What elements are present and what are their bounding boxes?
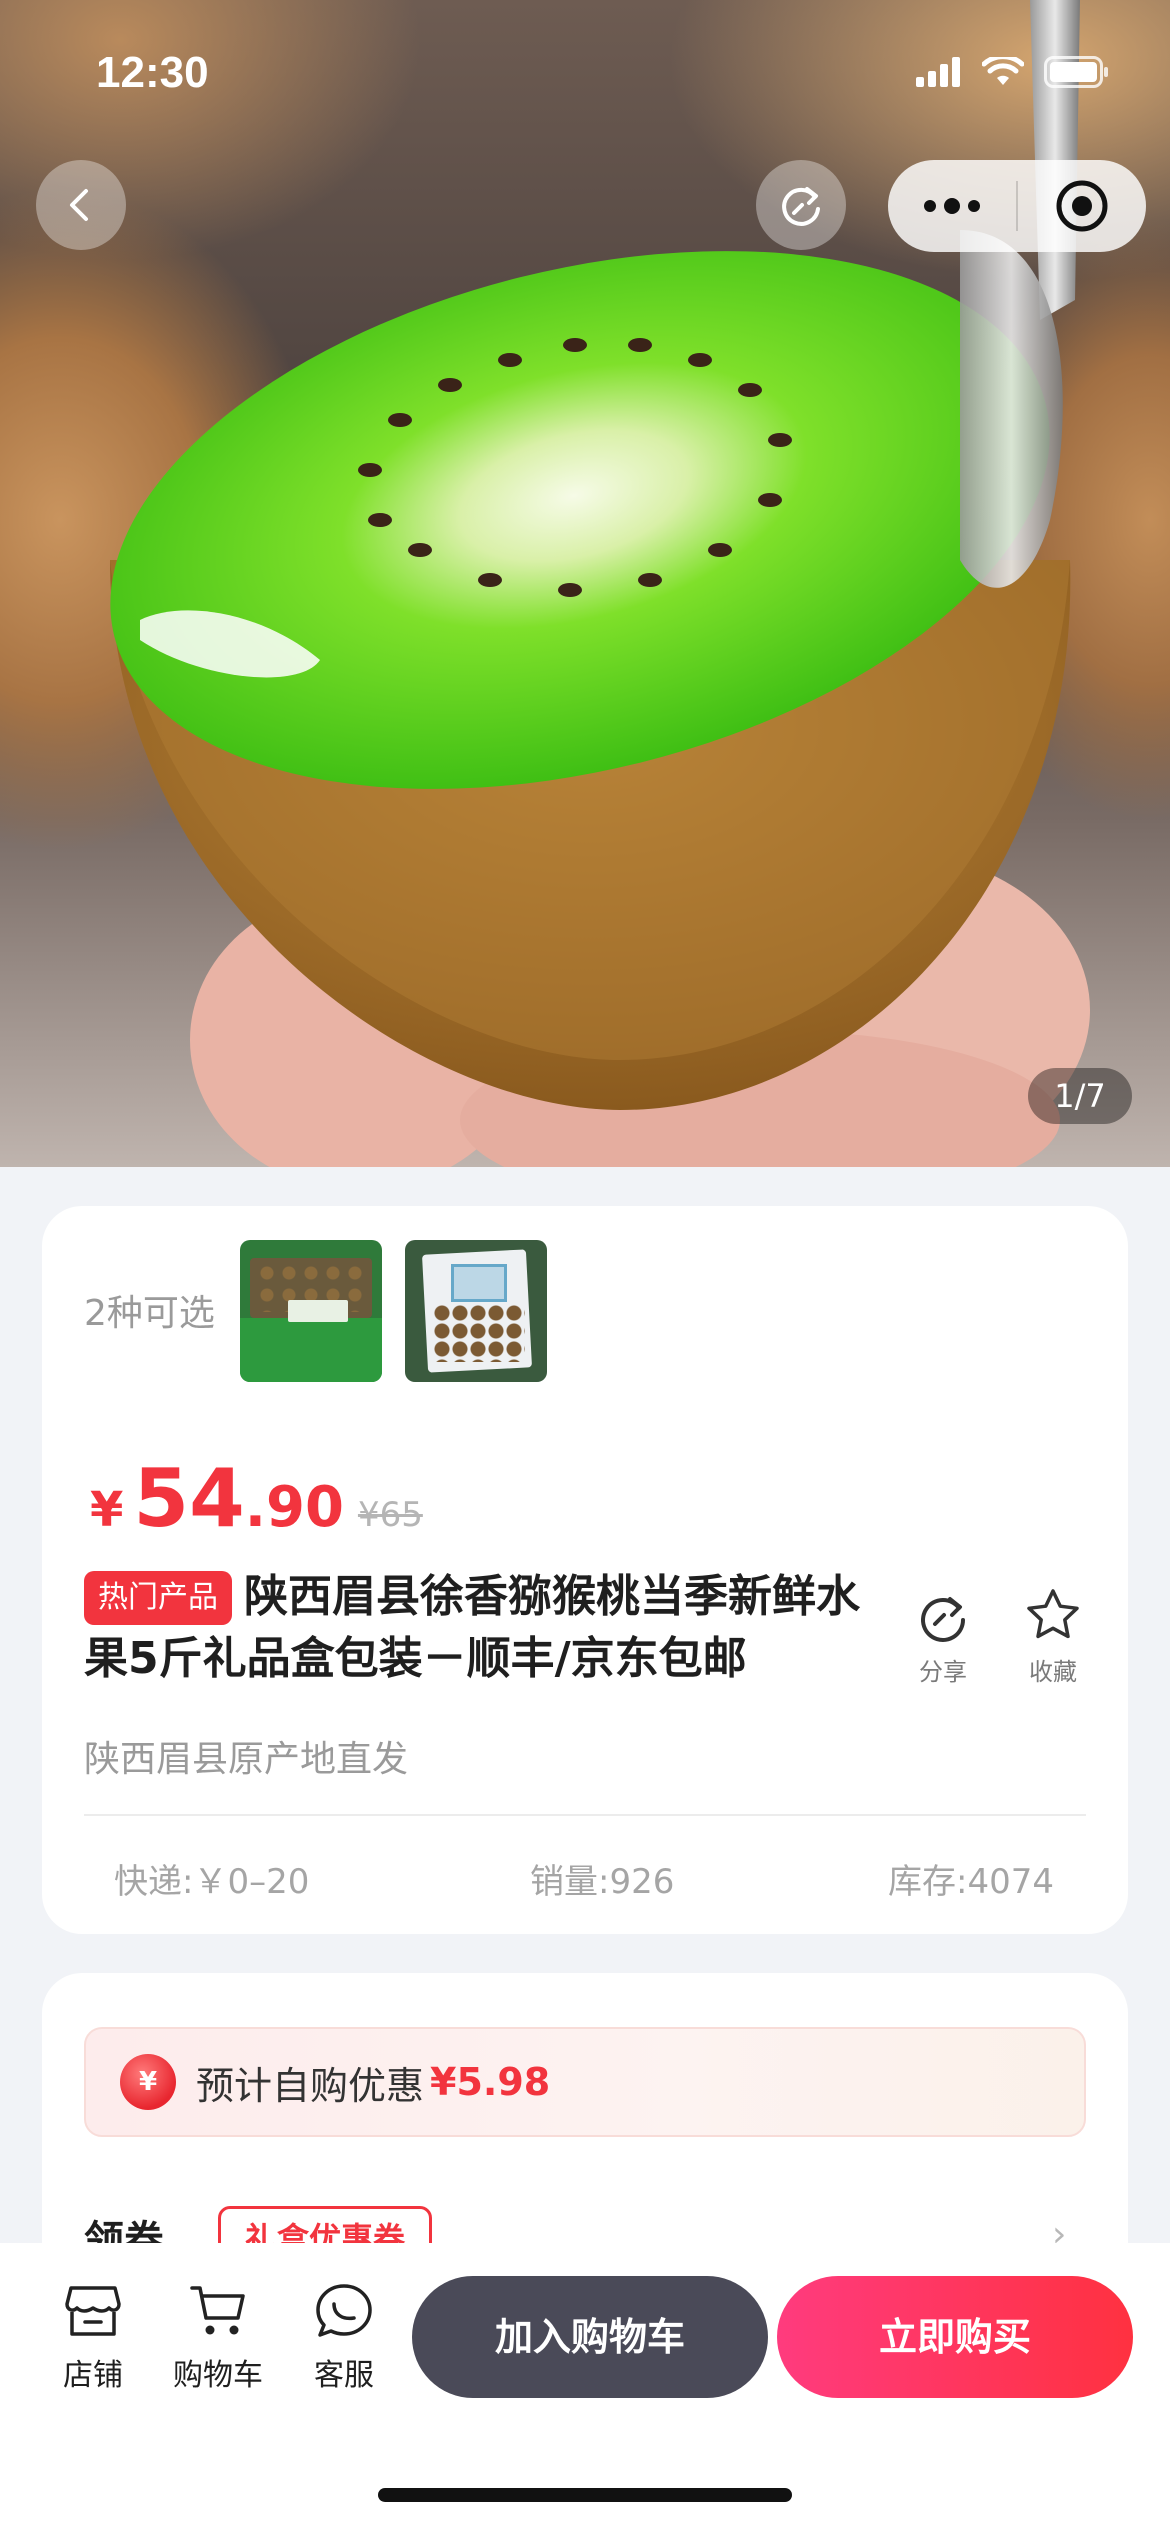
- store-label: 店铺: [63, 2358, 123, 2393]
- thumb-label: [451, 1264, 507, 1302]
- promo-amount: ¥5.98: [430, 2060, 551, 2104]
- price-decimal: .90: [244, 1475, 344, 1540]
- battery-icon: [1044, 56, 1108, 88]
- refresh-button[interactable]: [756, 160, 846, 250]
- status-icons: [916, 56, 1110, 88]
- back-button[interactable]: [36, 160, 126, 250]
- target-icon: [1056, 180, 1108, 232]
- variant-thumbnail-1[interactable]: [240, 1240, 382, 1382]
- status-bar: 12:30: [0, 0, 1170, 140]
- variant-thumbnail-2[interactable]: [405, 1240, 547, 1382]
- chat-icon: [316, 2284, 372, 2337]
- sales-count: 销量:926: [530, 1862, 675, 1902]
- store-icon: [65, 2286, 121, 2336]
- buy-now-button[interactable]: 立即购买: [777, 2276, 1133, 2398]
- price-currency: ¥: [90, 1482, 124, 1538]
- self-purchase-discount: ¥ 预计自购优惠 ¥5.98: [84, 2027, 1086, 2137]
- miniprogram-capsule: [888, 160, 1146, 252]
- thumb-lid-label: [288, 1300, 348, 1322]
- cart-button[interactable]: 购物车: [168, 2282, 268, 2394]
- image-counter: 1/7: [1028, 1068, 1132, 1124]
- favorite-label: 收藏: [1029, 1658, 1077, 1686]
- home-indicator[interactable]: [378, 2488, 792, 2502]
- thumb-kiwis: [433, 1304, 525, 1362]
- price: ¥ 54 .90 ¥65: [90, 1452, 423, 1545]
- cart-icon: [190, 2286, 245, 2335]
- share-label: 分享: [919, 1658, 967, 1686]
- favorite-button[interactable]: 收藏: [1008, 1586, 1098, 1687]
- price-integer: 54: [133, 1452, 245, 1545]
- product-title: 热门产品 陕西眉县徐香猕猴桃当季新鲜水果5斤礼品盒包装－顺丰/京东包邮: [84, 1566, 884, 1690]
- star-icon: [1027, 1589, 1079, 1639]
- wifi-icon: [982, 57, 1024, 85]
- coin-icon: ¥: [120, 2054, 176, 2110]
- divider: [84, 1814, 1086, 1816]
- more-button[interactable]: [888, 160, 1016, 252]
- signal-icon: [916, 57, 960, 87]
- thumb-lid: [240, 1318, 382, 1382]
- store-button[interactable]: 店铺: [43, 2282, 143, 2394]
- variant-count: 2种可选: [84, 1293, 215, 1334]
- refresh-icon: [782, 187, 820, 226]
- service-label: 客服: [314, 2358, 374, 2393]
- cart-label: 购物车: [173, 2358, 263, 2393]
- customer-service-button[interactable]: 客服: [294, 2282, 394, 2394]
- add-to-cart-button[interactable]: 加入购物车: [412, 2276, 768, 2398]
- close-miniprogram-button[interactable]: [1018, 160, 1146, 252]
- origin-text: 陕西眉县原产地直发: [84, 1739, 409, 1780]
- original-price: ¥65: [357, 1495, 423, 1535]
- share-icon: [921, 1597, 965, 1642]
- more-icon: [924, 198, 980, 214]
- share-button[interactable]: 分享: [898, 1586, 988, 1687]
- stock-count: 库存:4074: [888, 1862, 1054, 1902]
- shipping-fee: 快递:￥0–20: [114, 1862, 310, 1902]
- hot-product-tag: 热门产品: [84, 1571, 232, 1625]
- promo-label: 预计自购优惠: [196, 2063, 425, 2108]
- back-icon: [70, 189, 88, 221]
- status-time: 12:30: [96, 48, 209, 97]
